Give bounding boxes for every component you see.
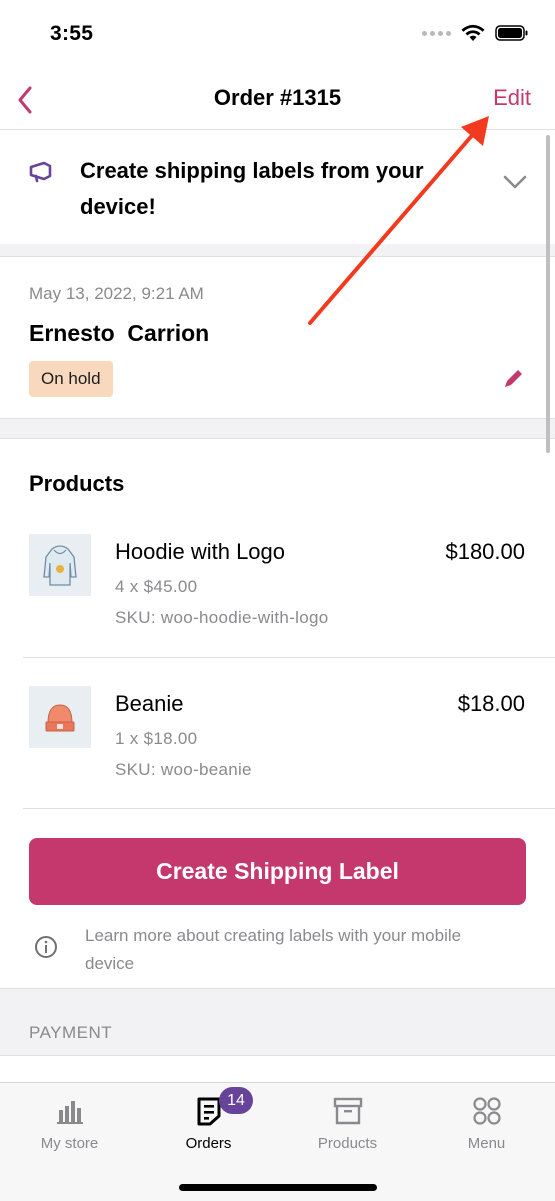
tab-label: Menu <box>467 1135 506 1152</box>
product-price: $18.00 <box>457 691 525 716</box>
page-title: Order #1315 <box>213 85 342 110</box>
pencil-icon[interactable] <box>503 367 525 389</box>
megaphone-icon <box>29 161 52 183</box>
archive-box-icon <box>333 1097 362 1125</box>
cellular-signal-icon <box>422 30 451 36</box>
tab-bar: My store 14 Orders Products Menu <box>0 1082 555 1201</box>
edit-button[interactable]: Edit <box>493 85 531 111</box>
section-spacer <box>0 419 555 438</box>
create-shipping-label-button[interactable]: Create Shipping Label <box>29 838 526 905</box>
product-row[interactable]: Hoodie with Logo 4 x $45.00 SKU: woo-hoo… <box>0 534 555 686</box>
product-price: $180.00 <box>445 539 525 564</box>
battery-icon <box>495 25 528 41</box>
customer-name: Ernesto Carrion <box>29 320 210 346</box>
shipping-labels-banner[interactable]: Create shipping labels from your device! <box>0 131 555 244</box>
tab-label: Orders <box>185 1135 232 1152</box>
tab-label: Products <box>317 1135 378 1152</box>
product-row[interactable]: Beanie 1 x $18.00 SKU: woo-beanie $18.00 <box>0 686 555 838</box>
divider <box>23 657 555 658</box>
payment-label: PAYMENT <box>29 1023 113 1042</box>
status-time: 3:55 <box>50 22 94 45</box>
product-sku: SKU: woo-hoodie-with-logo <box>115 608 329 627</box>
hoodie-icon <box>43 545 77 586</box>
tab-menu[interactable]: Menu <box>417 1083 555 1163</box>
products-title: Products <box>29 471 125 496</box>
chart-icon <box>56 1101 83 1124</box>
tab-label: My store <box>40 1135 99 1152</box>
payment-section-header: PAYMENT <box>0 988 555 1056</box>
orders-icon <box>197 1097 220 1126</box>
products-section: Products Hoodie with Logo 4 x $45.00 SKU… <box>0 438 555 988</box>
learn-more-link[interactable]: Learn more about creating labels with yo… <box>85 922 485 978</box>
status-badge: On hold <box>29 361 113 397</box>
wifi-icon <box>461 24 485 41</box>
product-thumbnail <box>29 686 91 748</box>
tab-orders[interactable]: 14 Orders <box>139 1083 278 1163</box>
tab-my-store[interactable]: My store <box>0 1083 139 1163</box>
status-bar: 3:55 <box>0 0 555 72</box>
order-summary: May 13, 2022, 9:21 AM Ernesto Carrion On… <box>0 256 555 419</box>
home-indicator[interactable] <box>179 1184 377 1191</box>
product-quantity: 4 x $45.00 <box>115 577 198 596</box>
divider <box>23 808 555 809</box>
banner-text: Create shipping labels from your device! <box>80 158 424 219</box>
section-spacer <box>0 244 555 256</box>
grid-circles-icon <box>472 1097 501 1125</box>
product-name: Hoodie with Logo <box>115 539 286 564</box>
order-date: May 13, 2022, 9:21 AM <box>29 284 204 303</box>
product-name: Beanie <box>115 691 184 716</box>
product-thumbnail <box>29 534 91 596</box>
tab-products[interactable]: Products <box>278 1083 417 1163</box>
status-icons <box>422 24 529 42</box>
info-icon <box>35 936 57 958</box>
navigation-bar: Order #1315 Edit <box>0 72 555 130</box>
product-quantity: 1 x $18.00 <box>115 729 198 748</box>
beanie-icon <box>45 704 75 732</box>
scrollbar[interactable] <box>546 135 550 453</box>
chevron-down-icon[interactable] <box>503 175 527 189</box>
orders-count-badge: 14 <box>219 1087 253 1114</box>
product-sku: SKU: woo-beanie <box>115 760 252 779</box>
